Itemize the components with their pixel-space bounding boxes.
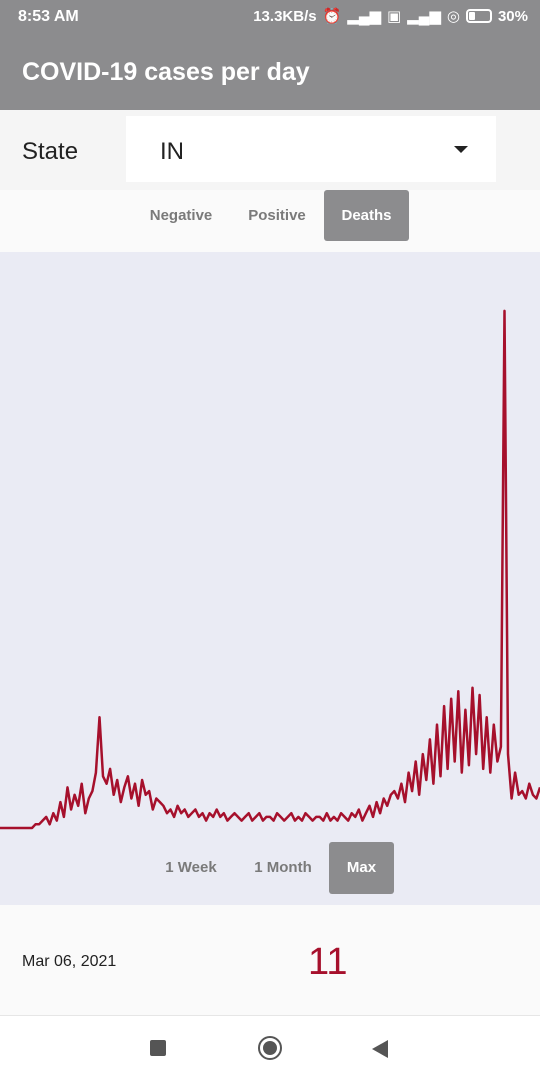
alarm-icon: ⏰ — [322, 8, 342, 25]
recents-icon[interactable] — [150, 1040, 166, 1056]
home-icon[interactable] — [258, 1036, 282, 1060]
tab-deaths[interactable]: Deaths — [324, 190, 409, 241]
system-nav-bar — [0, 1015, 540, 1080]
network-speed: 13.3KB/s — [253, 7, 317, 25]
deaths-chart[interactable] — [0, 252, 540, 905]
range-tab-month[interactable]: 1 Month — [242, 842, 324, 894]
volte-icon: ▣ — [386, 8, 402, 25]
state-row: State IN — [0, 110, 540, 190]
battery-icon — [465, 9, 492, 23]
range-tab-max[interactable]: Max — [329, 842, 394, 894]
state-dropdown[interactable]: IN — [126, 116, 496, 182]
state-label: State — [22, 138, 79, 165]
app-bar: COVID-19 cases per day — [0, 34, 540, 110]
back-icon[interactable] — [372, 1040, 388, 1058]
state-value: IN — [160, 138, 184, 165]
readout-value: 11 — [308, 941, 348, 983]
deaths-series-line — [0, 309, 540, 830]
status-icons: 13.3KB/s ⏰ ▂▄▆ ▣ ▂▄▆ ◎ 30% — [253, 7, 528, 26]
4g-signal-icon: ▂▄▆ — [407, 8, 441, 25]
signal-icon: ▂▄▆ — [347, 8, 381, 25]
range-tab-week[interactable]: 1 Week — [150, 842, 232, 894]
page-title: COVID-19 cases per day — [22, 58, 310, 86]
value-readout: Mar 06, 2021 11 — [0, 905, 540, 1015]
chevron-down-icon — [454, 146, 468, 153]
type-tabs: Negative Positive Deaths — [0, 190, 540, 252]
battery-percent: 30% — [497, 7, 528, 25]
readout-date: Mar 06, 2021 — [22, 953, 117, 970]
tab-negative[interactable]: Negative — [136, 190, 226, 241]
chart-area: 1 Week 1 Month Max — [0, 252, 540, 905]
wifi-icon: ◎ — [446, 8, 460, 25]
tab-positive[interactable]: Positive — [236, 190, 318, 241]
status-time: 8:53 AM — [18, 8, 79, 25]
status-bar: 8:53 AM 13.3KB/s ⏰ ▂▄▆ ▣ ▂▄▆ ◎ 30% — [0, 0, 540, 34]
